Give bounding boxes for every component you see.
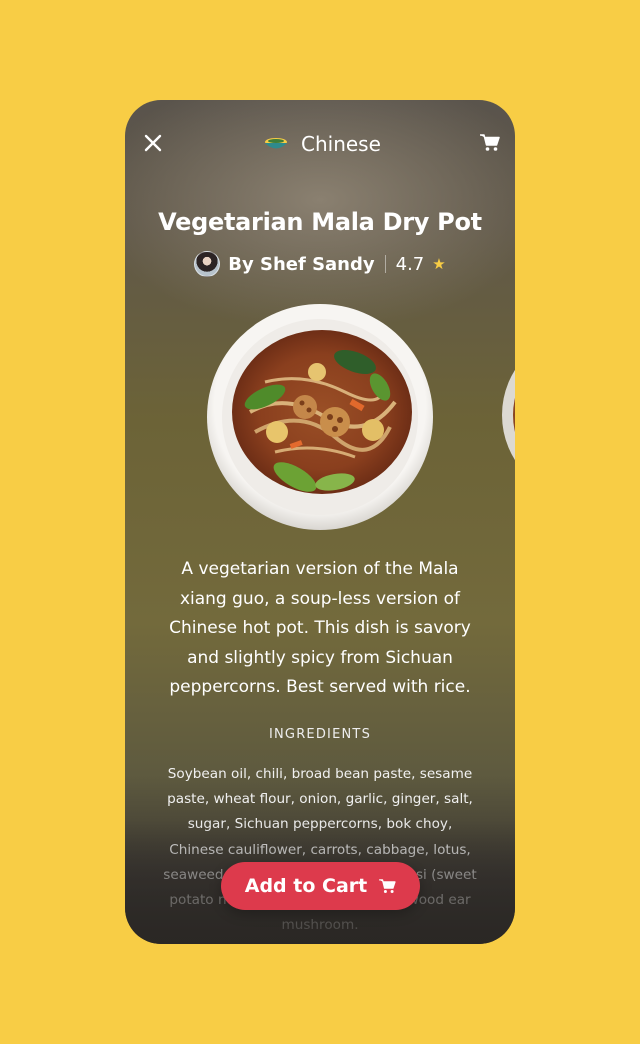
cart-icon [379,878,396,893]
phone-screen: Chinese Vegetarian Mala Dry Pot By Shef … [125,100,515,944]
ingredients-heading: INGREDIENTS [268,727,372,742]
next-dish-image[interactable] [487,330,515,500]
food-bowl-icon [265,138,287,149]
add-to-cart-label: Add to Cart [244,875,368,897]
cart-icon [480,134,500,151]
add-to-cart-button[interactable]: Add to Cart [221,862,420,910]
top-bar: Chinese [125,128,515,160]
chef-name[interactable]: By Shef Sandy [228,254,374,275]
dish-image[interactable] [205,302,435,532]
close-icon [144,134,162,152]
chef-avatar[interactable] [194,251,221,277]
divider [384,255,386,273]
dish-description: A vegetarian version of the Mala xiang g… [169,559,471,698]
rating-value: 4.7 [395,253,425,275]
ingredients-list: Soybean oil, chili, broad bean paste, se… [163,766,477,934]
category-label: Chinese [301,132,381,156]
close-button[interactable] [139,128,167,158]
star-icon: ★ [432,255,446,273]
dish-title: Vegetarian Mala Dry Pot [158,208,482,236]
chef-info: By Shef Sandy 4.7 ★ [125,250,515,278]
cart-button[interactable] [477,128,503,158]
category-title: Chinese [263,130,381,158]
